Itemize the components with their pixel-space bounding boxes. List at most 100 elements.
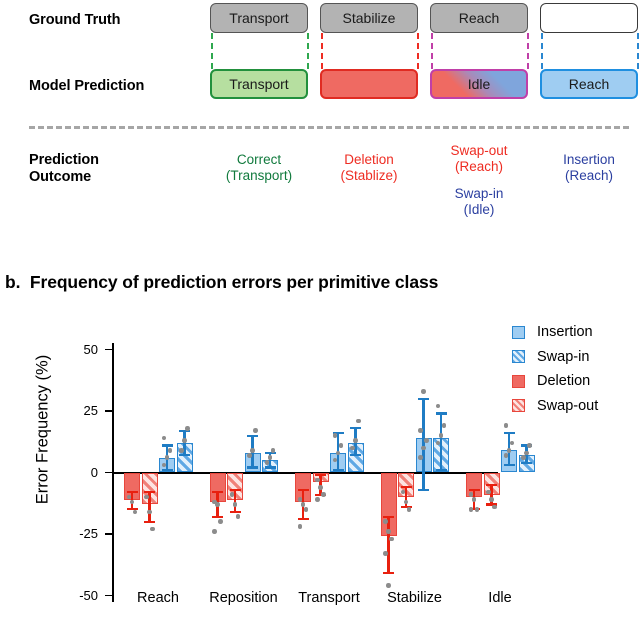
connector-1-right — [307, 33, 309, 69]
error-cap-upper — [468, 488, 480, 491]
data-point — [521, 455, 526, 461]
legend-swatch-swap-in — [512, 350, 525, 364]
legend-swatch-deletion — [512, 374, 525, 388]
error-cap-lower — [264, 466, 276, 469]
y-tick-mark — [105, 471, 112, 474]
data-point — [383, 519, 388, 524]
data-point — [150, 526, 155, 532]
error-bar — [422, 398, 425, 490]
error-bar — [439, 413, 443, 471]
data-point — [182, 438, 187, 443]
data-point — [474, 507, 480, 512]
data-point — [383, 551, 388, 556]
y-tick-mark — [105, 533, 112, 535]
data-point — [318, 484, 323, 490]
data-point — [315, 497, 320, 502]
error-cap-upper — [350, 427, 361, 430]
data-point — [389, 536, 394, 542]
panel-b-heading: b. Frequency of prediction errors per pr… — [5, 272, 438, 293]
data-point — [492, 504, 497, 510]
data-point — [489, 497, 494, 502]
error-cap-upper — [247, 434, 258, 437]
y-axis-title: Error Frequency (%) — [33, 354, 52, 505]
model-prediction-box-1: Transport — [210, 69, 308, 99]
prediction-outcome-row-label: Prediction Outcome — [29, 152, 99, 186]
ground-truth-box-4-empty — [540, 3, 638, 33]
data-point — [332, 433, 338, 438]
error-bar — [233, 489, 237, 512]
data-point — [229, 492, 235, 497]
data-point — [356, 418, 361, 424]
data-point — [315, 477, 320, 483]
error-cap-lower — [247, 466, 258, 469]
data-point — [406, 507, 412, 512]
outcome-1-line2: (Transport) — [225, 168, 293, 183]
outcome-3-line4: (Idle) — [463, 202, 495, 217]
outcome-2-line1: Deletion — [344, 152, 394, 167]
data-point — [471, 497, 477, 502]
outcome-text-2: Deletion (Stablize) — [320, 152, 418, 184]
outcome-3-line3: Swap-in — [454, 186, 504, 201]
outcome-3-line2: (Reach) — [454, 159, 503, 174]
y-tick-label: 0 — [90, 464, 98, 480]
data-point — [353, 438, 358, 443]
data-point — [297, 497, 303, 502]
outcome-4-line1: Insertion — [563, 152, 615, 167]
data-point — [421, 389, 426, 394]
error-cap-upper — [297, 488, 309, 491]
connector-2-right — [417, 33, 419, 69]
outcome-3-line1: Swap-out — [450, 143, 508, 158]
error-frequency-chart: Error Frequency (%) 50 25 0 -25 -50 Reach Rep… — [0, 300, 640, 625]
data-point — [167, 448, 173, 453]
error-cap-lower — [350, 454, 361, 457]
x-tick-label: Reach — [137, 590, 179, 606]
error-cap-lower — [161, 468, 173, 472]
error-cap-upper — [144, 491, 155, 494]
y-tick-mark — [105, 348, 112, 351]
legend-item-swap-out: Swap-out — [512, 394, 598, 419]
data-point — [418, 455, 423, 461]
data-point — [441, 423, 447, 429]
legend-label: Swap-in — [537, 348, 590, 365]
data-point — [247, 452, 252, 458]
outcome-text-4: Insertion (Reach) — [540, 152, 638, 184]
error-bar — [183, 430, 186, 456]
ground-truth-box-3: Reach — [430, 3, 528, 33]
panel-b-letter: b. — [5, 272, 21, 292]
model-prediction-row-label: Model Prediction — [29, 78, 145, 94]
error-cap-lower — [229, 510, 241, 513]
data-point — [524, 450, 529, 456]
connector-4-right — [637, 33, 639, 69]
error-cap-upper — [212, 491, 223, 494]
data-point — [129, 499, 135, 505]
legend-swatch-swap-out — [512, 399, 525, 413]
data-point — [212, 529, 217, 534]
data-point — [386, 583, 391, 588]
data-point — [509, 440, 515, 446]
data-point — [185, 425, 190, 431]
schematic-panel: Ground Truth Model Prediction Prediction… — [0, 0, 640, 265]
data-point — [418, 428, 423, 433]
data-point — [424, 438, 429, 443]
panel-b-title-text: Frequency of prediction errors per primi… — [29, 272, 439, 292]
data-point — [438, 433, 444, 438]
data-point — [527, 443, 532, 448]
error-cap-lower — [435, 468, 447, 472]
x-tick-label: Stabilize — [387, 590, 442, 606]
y-tick-label: 25 — [83, 403, 98, 418]
section-divider — [29, 126, 629, 129]
connector-4-left — [541, 33, 543, 69]
x-tick-label: Idle — [488, 590, 512, 606]
data-point — [503, 423, 509, 429]
x-tick-label: Transport — [298, 590, 360, 606]
data-point — [350, 445, 355, 451]
error-cap-upper — [126, 491, 138, 494]
error-cap-lower — [521, 461, 532, 464]
chart-legend: Insertion Swap-in Deletion Swap-out — [512, 320, 598, 418]
data-point — [218, 519, 223, 524]
error-cap-lower — [212, 515, 223, 518]
model-prediction-box-2 — [320, 69, 418, 99]
y-tick-mark — [105, 410, 112, 412]
data-point — [506, 448, 512, 453]
legend-label: Deletion — [537, 373, 591, 390]
